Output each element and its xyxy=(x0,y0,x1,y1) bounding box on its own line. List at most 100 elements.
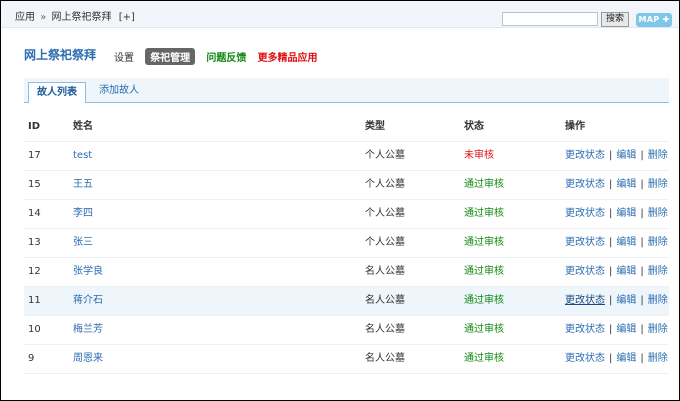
action-separator: | xyxy=(640,266,644,277)
edit-link[interactable]: 编辑 xyxy=(616,324,636,335)
delete-link[interactable]: 删除 xyxy=(648,150,668,161)
row-type: 名人公墓 xyxy=(365,266,405,277)
action-separator: | xyxy=(640,208,644,219)
table-row: 14 李四 个人公墓 通过审核 更改状态 | 编辑 | 删除 xyxy=(24,200,669,229)
edit-link[interactable]: 编辑 xyxy=(616,150,636,161)
header-status: 状态 xyxy=(464,121,484,132)
action-separator: | xyxy=(640,179,644,190)
search-input[interactable] xyxy=(502,12,598,26)
edit-link[interactable]: 编辑 xyxy=(616,208,636,219)
breadcrumb-add-link[interactable]: [+] xyxy=(119,12,135,23)
app-title[interactable]: 网上祭祀祭拜 xyxy=(24,46,96,63)
row-id: 13 xyxy=(28,237,41,248)
action-separator: | xyxy=(609,208,613,219)
breadcrumb-root[interactable]: 应用 xyxy=(15,12,35,23)
nav-feedback[interactable]: 问题反馈 xyxy=(206,49,246,64)
edit-link[interactable]: 编辑 xyxy=(616,237,636,248)
row-actions: 更改状态 | 编辑 | 删除 xyxy=(565,316,668,344)
action-separator: | xyxy=(609,324,613,335)
nav-manage[interactable]: 祭祀管理 xyxy=(145,48,196,65)
row-id: 9 xyxy=(28,353,35,364)
table-row: 13 张三 个人公墓 通过审核 更改状态 | 编辑 | 删除 xyxy=(24,229,669,258)
change-status-link[interactable]: 更改状态 xyxy=(565,208,605,219)
row-id: 11 xyxy=(28,295,41,306)
table-header: ID 姓名 类型 状态 操作 xyxy=(24,113,669,142)
app-nav: 设置 祭祀管理 问题反馈 更多精品应用 xyxy=(114,48,326,65)
edit-link[interactable]: 编辑 xyxy=(616,266,636,277)
row-type: 个人公墓 xyxy=(365,150,405,161)
row-actions: 更改状态 | 编辑 | 删除 xyxy=(565,345,668,373)
delete-link[interactable]: 删除 xyxy=(648,208,668,219)
change-status-link[interactable]: 更改状态 xyxy=(565,150,605,161)
edit-link[interactable]: 编辑 xyxy=(616,353,636,364)
action-separator: | xyxy=(640,353,644,364)
table-row: 15 王五 个人公墓 通过审核 更改状态 | 编辑 | 删除 xyxy=(24,171,669,200)
row-type: 个人公墓 xyxy=(365,179,405,190)
change-status-link[interactable]: 更改状态 xyxy=(565,237,605,248)
action-separator: | xyxy=(609,353,613,364)
delete-link[interactable]: 删除 xyxy=(648,324,668,335)
change-status-link[interactable]: 更改状态 xyxy=(565,295,605,306)
delete-link[interactable]: 删除 xyxy=(648,295,668,306)
row-status: 通过审核 xyxy=(464,237,504,248)
change-status-link[interactable]: 更改状态 xyxy=(565,353,605,364)
tab-add-deceased[interactable]: 添加故人 xyxy=(99,84,139,98)
row-name-link[interactable]: 梅兰芳 xyxy=(73,316,103,344)
row-actions: 更改状态 | 编辑 | 删除 xyxy=(565,142,668,170)
table-body: 17 test 个人公墓 未审核 更改状态 | 编辑 | 删除 15 王五 个人公墓 通过审核 更改状态 |… xyxy=(24,142,669,374)
row-type: 名人公墓 xyxy=(365,324,405,335)
search-button[interactable]: 搜索 xyxy=(601,12,629,27)
delete-link[interactable]: 删除 xyxy=(648,237,668,248)
breadcrumb-current[interactable]: 网上祭祀祭拜 xyxy=(52,12,112,23)
row-status: 通过审核 xyxy=(464,179,504,190)
action-separator: | xyxy=(609,150,613,161)
table-row: 12 张学良 名人公墓 通过审核 更改状态 | 编辑 | 删除 xyxy=(24,258,669,287)
breadcrumb: 应用 » 网上祭祀祭拜 [+] xyxy=(15,8,135,23)
row-id: 15 xyxy=(28,179,41,190)
table-row: 17 test 个人公墓 未审核 更改状态 | 编辑 | 删除 xyxy=(24,142,669,171)
edit-link[interactable]: 编辑 xyxy=(616,295,636,306)
row-id: 17 xyxy=(28,150,41,161)
row-type: 个人公墓 xyxy=(365,237,405,248)
row-status: 通过审核 xyxy=(464,208,504,219)
row-name-link[interactable]: 张三 xyxy=(73,229,93,257)
top-bar: 应用 » 网上祭祀祭拜 [+] 搜索 MAP ✚ xyxy=(1,1,679,28)
row-name-link[interactable]: 王五 xyxy=(73,171,93,199)
deceased-table: ID 姓名 类型 状态 操作 17 test 个人公墓 未审核 更改状态 | 编辑 | 删除 15… xyxy=(24,113,669,374)
action-separator: | xyxy=(640,295,644,306)
row-status: 通过审核 xyxy=(464,295,504,306)
nav-more-apps[interactable]: 更多精品应用 xyxy=(258,49,318,64)
tab-deceased-list[interactable]: 故人列表 xyxy=(28,82,86,103)
row-name-link[interactable]: 李四 xyxy=(73,200,93,228)
row-type: 名人公墓 xyxy=(365,353,405,364)
action-separator: | xyxy=(640,150,644,161)
change-status-link[interactable]: 更改状态 xyxy=(565,324,605,335)
breadcrumb-separator: » xyxy=(40,12,47,23)
row-actions: 更改状态 | 编辑 | 删除 xyxy=(565,258,668,286)
row-name-link[interactable]: 周恩来 xyxy=(73,345,103,373)
row-actions: 更改状态 | 编辑 | 删除 xyxy=(565,200,668,228)
row-name-link[interactable]: 张学良 xyxy=(73,258,103,286)
row-name-link[interactable]: 蒋介石 xyxy=(73,287,103,315)
row-status: 通过审核 xyxy=(464,266,504,277)
action-separator: | xyxy=(640,237,644,248)
delete-link[interactable]: 删除 xyxy=(648,179,668,190)
change-status-link[interactable]: 更改状态 xyxy=(565,179,605,190)
action-separator: | xyxy=(609,295,613,306)
action-separator: | xyxy=(609,237,613,248)
nav-settings[interactable]: 设置 xyxy=(114,49,134,64)
row-actions: 更改状态 | 编辑 | 删除 xyxy=(565,171,668,199)
change-status-link[interactable]: 更改状态 xyxy=(565,266,605,277)
delete-link[interactable]: 删除 xyxy=(648,266,668,277)
delete-link[interactable]: 删除 xyxy=(648,353,668,364)
table-row: 11 蒋介石 名人公墓 通过审核 更改状态 | 编辑 | 删除 xyxy=(24,287,669,316)
tab-bar: 故人列表 添加故人 xyxy=(24,78,669,103)
row-status: 未审核 xyxy=(464,150,494,161)
edit-link[interactable]: 编辑 xyxy=(616,179,636,190)
row-id: 10 xyxy=(28,324,41,335)
map-button[interactable]: MAP ✚ xyxy=(636,13,672,27)
row-name-link[interactable]: test xyxy=(73,142,92,170)
action-separator: | xyxy=(640,324,644,335)
table-row: 10 梅兰芳 名人公墓 通过审核 更改状态 | 编辑 | 删除 xyxy=(24,316,669,345)
header-id: ID xyxy=(28,121,41,132)
